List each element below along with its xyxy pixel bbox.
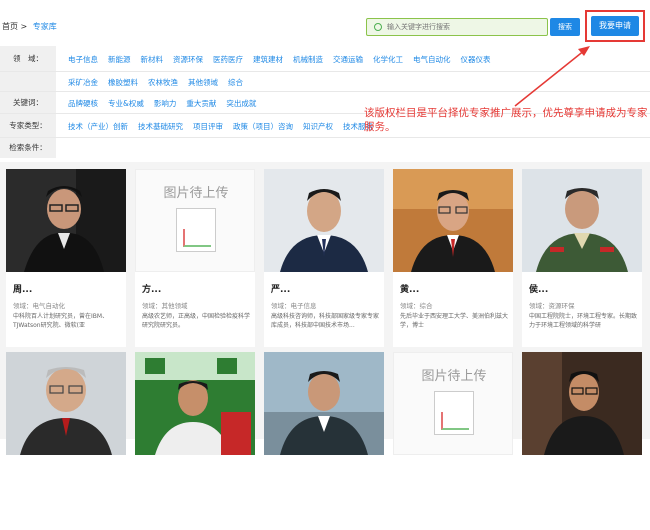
filter-item[interactable]: 资源环保 [173,55,203,64]
filter-item[interactable]: 机械制造 [293,55,323,64]
expert-desc: 先后毕业于西安理工大学、美洲伯利兹大学，博士 [400,313,508,329]
filter-panel: 领 域： 电子信息 新能源 新材料 资源环保 医药医疗 建筑建材 机械制造 交通运输 化学化工 电… [0,46,650,158]
expert-field: 领域：资源环保 [529,302,575,310]
expert-photo [393,169,513,272]
expert-name: 黄... [400,285,420,295]
expert-card[interactable]: 侯... 领域：资源环保 中国工程院院士，环境工程专家。长期致力于环境工程领域的… [522,169,642,347]
expert-card[interactable]: 黄... 领域：综合 先后毕业于西安理工大学、美洲伯利兹大学，博士 [393,169,513,347]
apply-button[interactable]: 我要申请 [591,16,639,36]
filter-row-field: 领 域： 电子信息 新能源 新材料 资源环保 医药医疗 建筑建材 机械制造 交通运输 化学化工 电… [0,46,650,72]
placeholder-text: 图片待上传 [163,186,229,201]
filter-item[interactable]: 政策（项目）咨询 [233,122,293,131]
expert-card[interactable] [135,352,255,530]
expert-name: 侯... [529,285,549,295]
filter-row-conditions: 检索条件： [0,138,650,158]
filter-item[interactable]: 建筑建材 [253,55,283,64]
expert-name: 方... [142,285,162,295]
filter-item[interactable]: 新能源 [108,55,131,64]
filter-item[interactable]: 品牌硬核 [68,99,98,108]
placeholder-image: 图片待上传 [393,352,513,455]
filter-label [0,72,56,91]
annotation-text: 该版权栏目是平台择优专家推广展示，优先尊享申请成为专家服务。 [364,107,648,133]
filter-item[interactable]: 采矿冶金 [68,78,98,87]
search-icon [374,23,382,31]
filter-item[interactable]: 医药医疗 [213,55,243,64]
expert-photo [264,169,384,272]
expert-desc: 中科院百人计划研究员，曾在IBM、TJWatson研究院、微软(亚 [13,313,109,329]
expert-desc: 中国工程院院士，环境工程专家。长期致力于环境工程领域的科学研 [529,313,637,329]
expert-photo [6,169,126,272]
apply-highlight-box: 我要申请 [585,10,645,42]
filter-item[interactable]: 新材料 [141,55,164,64]
filter-item[interactable]: 电子信息 [68,55,98,64]
filter-item[interactable]: 农林牧渔 [148,78,178,87]
filter-item[interactable]: 重大贡献 [186,99,216,108]
image-placeholder-icon [176,208,216,252]
expert-desc: 高级科技咨询师，科技部国家级专家专家库成员，科技部中国技术市场... [271,313,379,329]
search-input[interactable] [387,20,542,34]
expert-field: 领域：综合 [400,302,433,310]
expert-photo [522,169,642,272]
image-placeholder-icon [434,391,474,435]
expert-card[interactable]: 图片待上传 [393,352,513,530]
expert-desc: 高级农艺师，正高级，中国检验检疫科学研究院研究员。 [142,313,250,329]
breadcrumb-current[interactable]: 专家库 [33,22,57,31]
filter-row-field-2: 采矿冶金 橡胶塑料 农林牧渔 其他领域 综合 [0,72,650,92]
filter-item[interactable]: 项目评审 [193,122,223,131]
filter-item[interactable]: 交通运输 [333,55,363,64]
filter-item[interactable]: 专业&权威 [108,99,144,108]
expert-photo [135,352,255,455]
filter-item[interactable]: 知识产权 [303,122,333,131]
filter-item[interactable]: 电气自动化 [413,55,451,64]
top-bar: 首页 > 专家库 搜索 我要申请 [0,0,650,44]
search-box[interactable] [366,18,548,36]
expert-photo [522,352,642,455]
expert-name: 周... [13,285,33,295]
expert-card[interactable]: 图片待上传 方... 领域：其他领域 高级农艺师，正高级，中国检验检疫科学研究院… [135,169,255,347]
filter-item[interactable]: 技术基础研究 [138,122,183,131]
expert-field: 领域：电气自动化 [13,302,65,310]
filter-item[interactable]: 技术（产业）创新 [68,122,128,131]
search-button[interactable]: 搜索 [550,18,580,36]
expert-photo [6,352,126,455]
filter-item[interactable]: 影响力 [154,99,177,108]
breadcrumb-home[interactable]: 首页 [2,22,18,31]
filter-label: 关键词： [0,92,56,113]
expert-card[interactable] [264,352,384,530]
filter-item[interactable]: 突出成就 [226,99,256,108]
expert-grid: 周... 领域：电气自动化 中科院百人计划研究员，曾在IBM、TJWatson研… [0,162,650,530]
filter-item[interactable]: 仪器仪表 [461,55,491,64]
expert-field: 领域：电子信息 [271,302,317,310]
expert-field: 领域：其他领域 [142,302,188,310]
expert-name: 严... [271,285,291,295]
filter-label: 检索条件： [0,138,56,158]
breadcrumb-separator: > [20,22,28,31]
filter-item[interactable]: 其他领域 [188,78,218,87]
expert-card[interactable] [522,352,642,530]
breadcrumb: 首页 > 专家库 [2,21,57,32]
filter-label: 领 域： [0,46,56,71]
filter-item[interactable]: 橡胶塑料 [108,78,138,87]
placeholder-image: 图片待上传 [135,169,255,272]
filter-item[interactable]: 综合 [228,78,243,87]
filter-item[interactable]: 化学化工 [373,55,403,64]
expert-photo [264,352,384,455]
expert-card[interactable]: 周... 领域：电气自动化 中科院百人计划研究员，曾在IBM、TJWatson研… [6,169,126,347]
filter-label: 专家类型： [0,114,56,137]
expert-card[interactable]: 严... 领域：电子信息 高级科技咨询师，科技部国家级专家专家库成员，科技部中国… [264,169,384,347]
expert-card[interactable] [6,352,126,530]
placeholder-text: 图片待上传 [421,369,487,384]
